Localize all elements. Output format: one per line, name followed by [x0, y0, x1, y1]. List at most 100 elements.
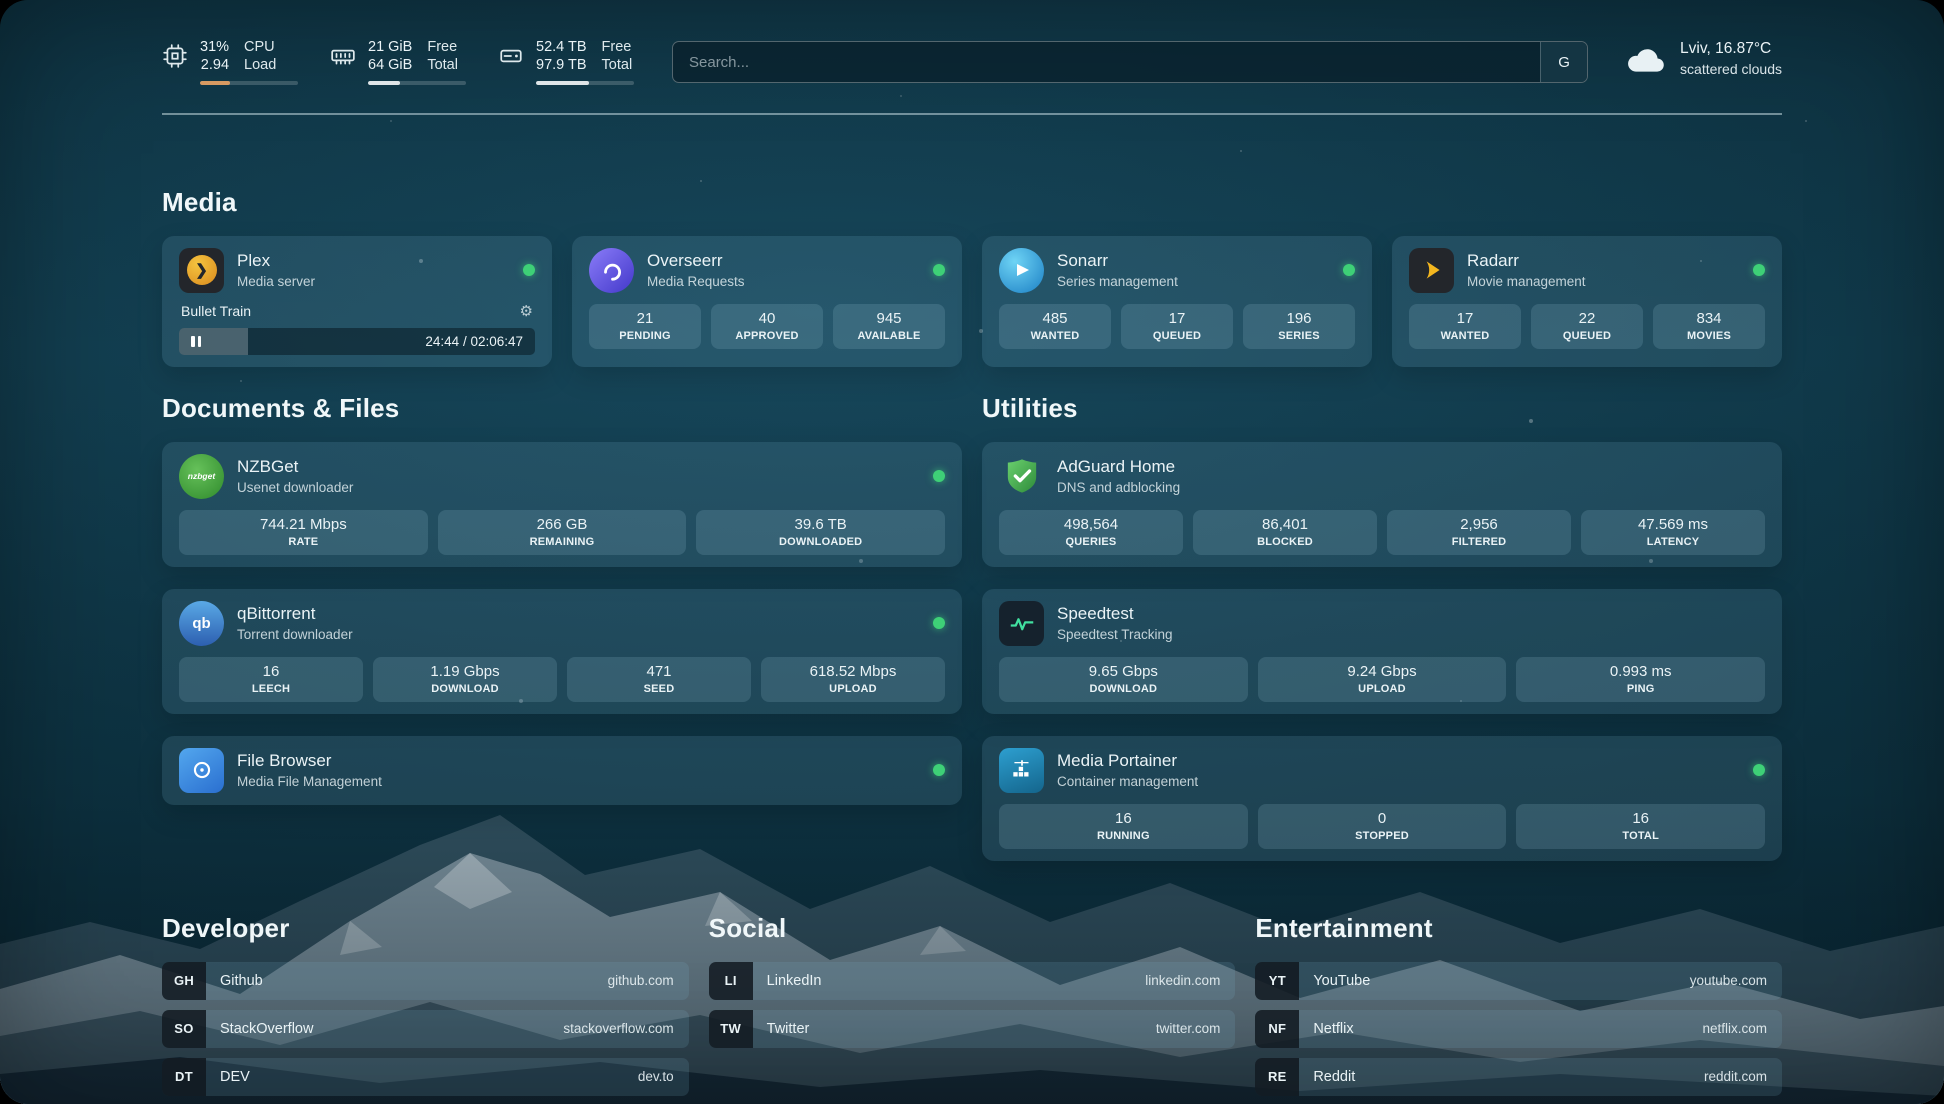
radarr-icon	[1409, 248, 1454, 293]
reddit-badge: RE	[1255, 1058, 1299, 1096]
section-title-developer: Developer	[162, 913, 689, 944]
service-name: Media Portainer	[1057, 751, 1740, 771]
ram-icon	[330, 43, 356, 69]
service-card-portainer[interactable]: Media Portainer Container management 16R…	[982, 736, 1782, 861]
service-subtitle: Usenet downloader	[237, 480, 920, 495]
stat-series: 196SERIES	[1243, 304, 1355, 349]
link-netflix[interactable]: NF Netflix netflix.com	[1255, 1010, 1782, 1048]
stat-download: 1.19 GbpsDOWNLOAD	[373, 657, 557, 702]
service-card-speedtest[interactable]: Speedtest Speedtest Tracking 9.65 GbpsDO…	[982, 589, 1782, 714]
link-github[interactable]: GH Github github.com	[162, 962, 689, 1000]
service-name: Overseerr	[647, 251, 920, 271]
stat-movies: 834MOVIES	[1653, 304, 1765, 349]
hard-drive-icon	[498, 43, 524, 69]
link-reddit[interactable]: RE Reddit reddit.com	[1255, 1058, 1782, 1096]
service-subtitle: Movie management	[1467, 274, 1740, 289]
status-dot	[1343, 264, 1355, 276]
service-card-nzbget[interactable]: nzbget NZBGet Usenet downloader 744.21 M…	[162, 442, 962, 567]
service-card-adguard[interactable]: AdGuard Home DNS and adblocking 498,564Q…	[982, 442, 1782, 567]
service-card-plex[interactable]: ❯ Plex Media server Bullet Train ⚙	[162, 236, 552, 367]
status-dot	[933, 470, 945, 482]
link-dev[interactable]: DT DEV dev.to	[162, 1058, 689, 1096]
pause-icon[interactable]	[191, 336, 201, 347]
now-playing-title: Bullet Train	[181, 303, 251, 319]
service-card-sonarr[interactable]: Sonarr Series management 485WANTED 17QUE…	[982, 236, 1372, 367]
github-badge: GH	[162, 962, 206, 1000]
service-subtitle: Series management	[1057, 274, 1330, 289]
dashboard-screen: 31%2.94 CPULoad	[0, 0, 1944, 1104]
twitter-badge: TW	[709, 1010, 753, 1048]
top-bar: 31%2.94 CPULoad	[162, 0, 1782, 85]
player-progress-fill	[179, 328, 248, 355]
link-twitter[interactable]: TW Twitter twitter.com	[709, 1010, 1236, 1048]
service-name: Speedtest	[1057, 604, 1765, 624]
stat-download: 9.65 GbpsDOWNLOAD	[999, 657, 1248, 702]
status-dot	[933, 764, 945, 776]
stat-latency: 47.569 msLATENCY	[1581, 510, 1765, 555]
sonarr-icon	[999, 248, 1044, 293]
service-card-radarr[interactable]: Radarr Movie management 17WANTED 22QUEUE…	[1392, 236, 1782, 367]
service-subtitle: DNS and adblocking	[1057, 480, 1765, 495]
cpu-labels: CPULoad	[244, 38, 276, 74]
cpu-values: 31%2.94	[200, 38, 229, 74]
plex-icon: ❯	[179, 248, 224, 293]
service-subtitle: Torrent downloader	[237, 627, 920, 642]
stat-running: 16RUNNING	[999, 804, 1248, 849]
section-title-utilities: Utilities	[982, 393, 1782, 424]
stat-queries: 498,564QUERIES	[999, 510, 1183, 555]
stat-total: 16TOTAL	[1516, 804, 1765, 849]
status-dot	[523, 264, 535, 276]
memory-values: 21 GiB64 GiB	[368, 38, 412, 74]
service-card-filebrowser[interactable]: File Browser Media File Management	[162, 736, 962, 805]
dev-badge: DT	[162, 1058, 206, 1096]
section-title-entertainment: Entertainment	[1255, 913, 1782, 944]
service-name: qBittorrent	[237, 604, 920, 624]
gear-icon[interactable]: ⚙	[520, 302, 533, 320]
memory-usage-bar	[368, 81, 466, 85]
service-name: AdGuard Home	[1057, 457, 1765, 477]
search-bar: G	[672, 41, 1588, 83]
cpu-usage-bar	[200, 81, 298, 85]
search-input[interactable]	[673, 54, 1540, 71]
service-card-qbittorrent[interactable]: qb qBittorrent Torrent downloader 16LEEC…	[162, 589, 962, 714]
status-dot	[933, 264, 945, 276]
link-linkedin[interactable]: LI LinkedIn linkedin.com	[709, 962, 1236, 1000]
service-subtitle: Media server	[237, 274, 510, 289]
plex-player-bar[interactable]: 24:44 / 02:06:47	[179, 328, 535, 355]
player-time: 24:44 / 02:06:47	[425, 334, 523, 349]
cpu-chip-icon	[162, 43, 188, 69]
adguard-shield-icon	[999, 454, 1044, 499]
stat-leech: 16LEECH	[179, 657, 363, 702]
disk-labels: FreeTotal	[602, 38, 633, 74]
nzbget-icon: nzbget	[179, 454, 224, 499]
stat-stopped: 0STOPPED	[1258, 804, 1507, 849]
stat-wanted: 485WANTED	[999, 304, 1111, 349]
disk-usage-bar	[536, 81, 634, 85]
overseerr-icon	[589, 248, 634, 293]
stat-rate: 744.21 MbpsRATE	[179, 510, 428, 555]
stat-approved: 40APPROVED	[711, 304, 823, 349]
memory-labels: FreeTotal	[427, 38, 458, 74]
service-subtitle: Speedtest Tracking	[1057, 627, 1765, 642]
status-dot	[933, 617, 945, 629]
cloud-icon	[1624, 44, 1666, 74]
cpu-widget: 31%2.94 CPULoad	[162, 38, 298, 85]
link-stackoverflow[interactable]: SO StackOverflow stackoverflow.com	[162, 1010, 689, 1048]
status-dot	[1753, 764, 1765, 776]
service-subtitle: Media Requests	[647, 274, 920, 289]
stat-remaining: 266 GBREMAINING	[438, 510, 687, 555]
stat-wanted: 17WANTED	[1409, 304, 1521, 349]
status-dot	[1753, 264, 1765, 276]
stat-filtered: 2,956FILTERED	[1387, 510, 1571, 555]
stackoverflow-badge: SO	[162, 1010, 206, 1048]
service-name: Sonarr	[1057, 251, 1330, 271]
link-youtube[interactable]: YT YouTube youtube.com	[1255, 962, 1782, 1000]
search-engine-button[interactable]: G	[1540, 42, 1587, 82]
disk-values: 52.4 TB97.9 TB	[536, 38, 587, 74]
portainer-icon	[999, 748, 1044, 793]
service-card-overseerr[interactable]: Overseerr Media Requests 21PENDING 40APP…	[572, 236, 962, 367]
stat-downloaded: 39.6 TBDOWNLOADED	[696, 510, 945, 555]
stat-blocked: 86,401BLOCKED	[1193, 510, 1377, 555]
stat-upload: 9.24 GbpsUPLOAD	[1258, 657, 1507, 702]
service-name: Plex	[237, 251, 510, 271]
